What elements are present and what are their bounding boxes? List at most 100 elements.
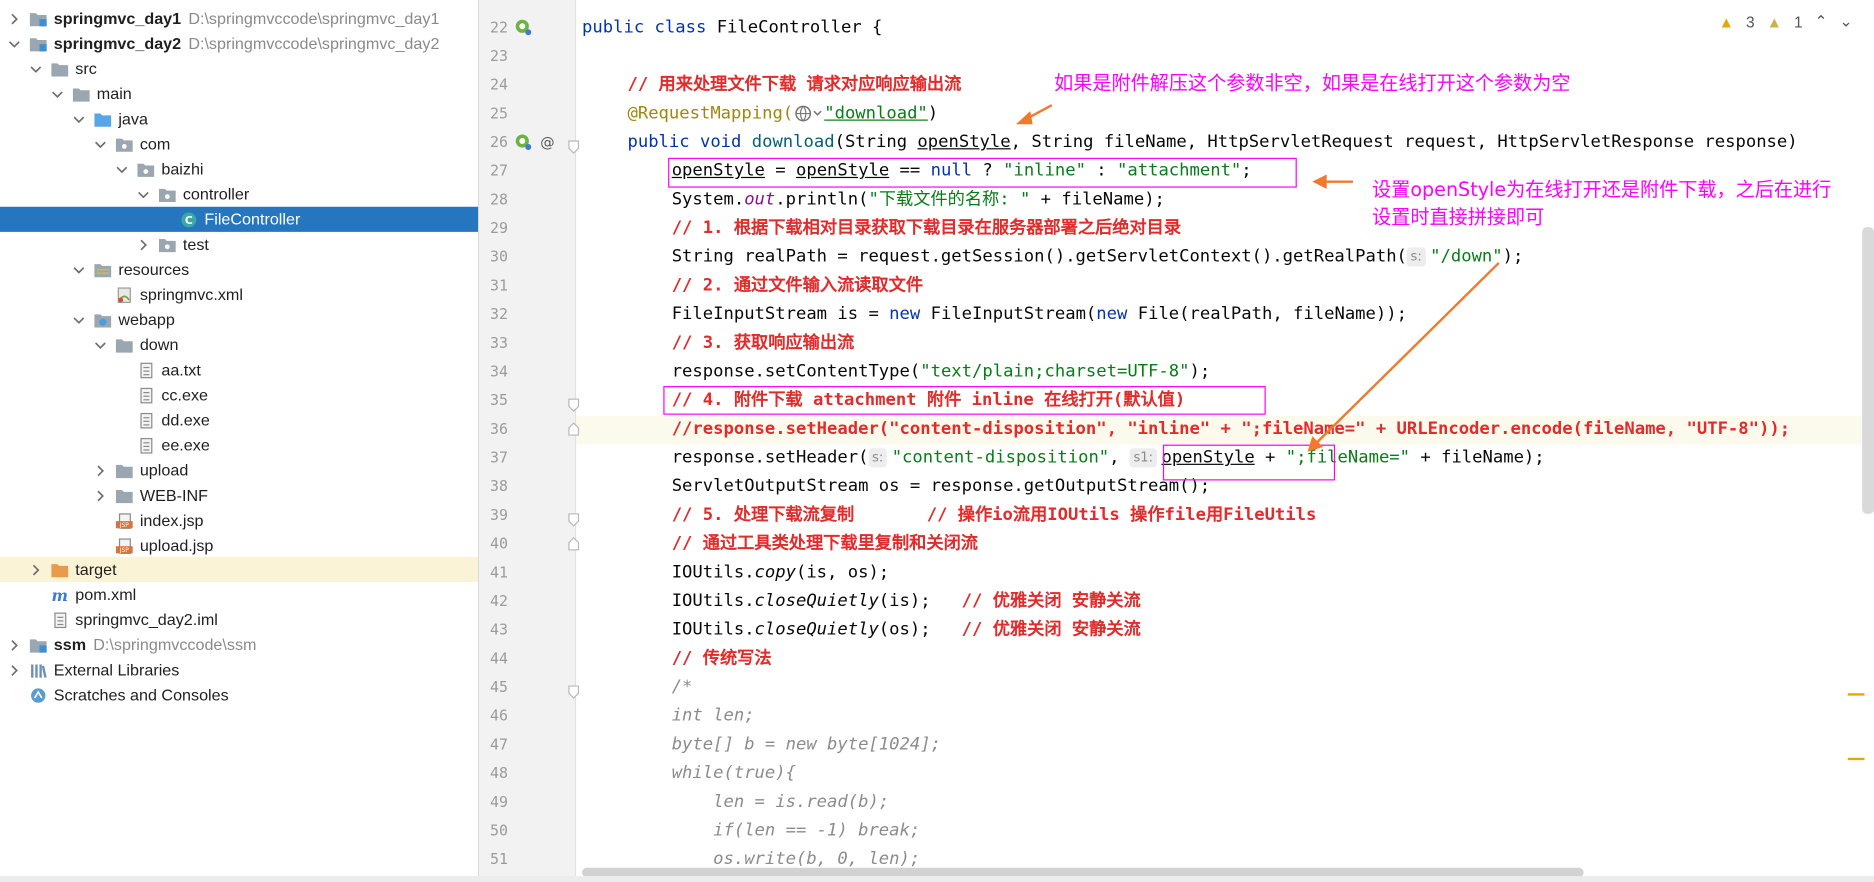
- code-line: IOUtils.copy(is, os);: [672, 558, 889, 587]
- tree-item-ee-exe[interactable]: ee.exe: [0, 433, 478, 458]
- weak-warning-icon: ▲: [1766, 12, 1782, 31]
- chevron-right-icon[interactable]: [136, 237, 150, 251]
- fold-marker-icon[interactable]: [568, 685, 580, 699]
- chevron-down-icon[interactable]: ⌄: [1840, 12, 1853, 31]
- project-tree[interactable]: springmvc_day1 D:\springmvccode\springmv…: [0, 0, 480, 882]
- chevron-down-icon[interactable]: [136, 187, 150, 201]
- tree-item-label: upload.jsp: [139, 536, 214, 555]
- globe-icon[interactable]: [793, 104, 824, 123]
- chevron-right-icon[interactable]: [7, 11, 21, 25]
- fold-marker-icon[interactable]: [568, 536, 580, 551]
- code-line: System.out.println("下载文件的名称: " + fileNam…: [672, 185, 1165, 214]
- chevron-up-icon[interactable]: ⌃: [1815, 12, 1828, 31]
- chevron-down-icon[interactable]: [72, 112, 86, 126]
- code-text: IOUtils.: [671, 562, 755, 583]
- tree-item-target[interactable]: target: [0, 556, 479, 583]
- tree-item-label: src: [75, 59, 97, 78]
- code-line: // 传统写法: [672, 644, 772, 673]
- comment: // 3. 获取响应输出流: [671, 333, 855, 353]
- code-text: ): [927, 103, 939, 124]
- tree-item-label: webapp: [118, 310, 175, 329]
- tree-item-label: springmvc_day1: [53, 9, 182, 28]
- tree-item-resources[interactable]: resources: [0, 257, 478, 282]
- chevron-down-icon[interactable]: [50, 87, 64, 101]
- tree-item-iml[interactable]: springmvc_day2.iml: [0, 607, 478, 632]
- fold-marker-icon[interactable]: [568, 140, 580, 154]
- highlight-box: [1162, 444, 1336, 481]
- tree-item-src[interactable]: src: [0, 56, 478, 81]
- tree-item-main[interactable]: main: [0, 81, 478, 106]
- error-stripe-marker[interactable]: [1847, 757, 1865, 761]
- tree-item-springmvc-day2[interactable]: springmvc_day2 D:\springmvccode\springmv…: [0, 31, 478, 56]
- tree-item-external-libraries[interactable]: External Libraries: [0, 657, 478, 682]
- code-line: public void download(String openStyle, S…: [627, 128, 1797, 157]
- chevron-down-icon[interactable]: [93, 338, 107, 352]
- tree-item-scratches[interactable]: Scratches and Consoles: [0, 682, 478, 707]
- line-number: 29: [489, 218, 508, 237]
- svg-text:JSP: JSP: [119, 547, 130, 554]
- comment: // 5. 处理下载流复制 // 操作io流用IOUtils 操作file用Fi…: [671, 505, 1317, 525]
- comment: len = is.read(b);: [671, 792, 890, 812]
- chevron-down-icon[interactable]: [7, 36, 21, 50]
- chevron-right-icon[interactable]: [7, 663, 21, 677]
- code-line: ServletOutputStream os = response.getOut…: [672, 472, 1210, 501]
- tree-item-index-jsp[interactable]: JSP index.jsp: [0, 508, 478, 533]
- tree-item-com[interactable]: com: [0, 131, 478, 156]
- tree-item-filecontroller[interactable]: C FileController: [0, 206, 479, 232]
- fold-marker-icon[interactable]: [568, 513, 580, 527]
- fold-marker-icon[interactable]: [568, 422, 580, 436]
- tree-item-springmvc-xml[interactable]: springmvc.xml: [0, 282, 478, 307]
- xml-file-icon: [115, 286, 134, 303]
- editor-gutter[interactable]: 22 23 24 25 26 27 28 29 30 31 32 33 34 3…: [479, 0, 580, 882]
- ide-window: springmvc_day1 D:\springmvccode\springmv…: [0, 0, 1874, 882]
- tree-item-upload-jsp[interactable]: JSP upload.jsp: [0, 533, 478, 558]
- tree-item-baizhi[interactable]: baizhi: [0, 157, 478, 182]
- chevron-right-icon[interactable]: [7, 638, 21, 652]
- tree-item-upload[interactable]: upload: [0, 458, 478, 483]
- annotation: @RequestMapping(: [627, 103, 794, 124]
- tree-item-label: controller: [182, 185, 250, 204]
- tree-item-test[interactable]: test: [0, 232, 478, 257]
- tree-item-java[interactable]: java: [0, 106, 478, 131]
- tree-item-label: FileController: [204, 210, 301, 229]
- chevron-right-icon[interactable]: [93, 463, 107, 477]
- tree-item-down[interactable]: down: [0, 332, 478, 357]
- bottom-toolbar: [0, 876, 1874, 882]
- comment: int len;: [671, 706, 755, 726]
- chevron-right-icon[interactable]: [29, 562, 43, 576]
- chevron-down-icon[interactable]: [93, 137, 107, 151]
- spring-bean-icon[interactable]: [515, 19, 532, 36]
- spring-mapping-icon[interactable]: [515, 134, 532, 151]
- chevron-down-icon[interactable]: [29, 62, 43, 76]
- tree-item-dd-exe[interactable]: dd.exe: [0, 408, 478, 433]
- tree-item-ssm[interactable]: ssm D:\springmvccode\ssm: [0, 632, 478, 657]
- warning-count: 3: [1746, 12, 1755, 31]
- warning-icon: ▲: [1718, 12, 1735, 31]
- tree-item-aa-txt[interactable]: aa.txt: [0, 357, 478, 382]
- inspection-status[interactable]: ▲ 3 ▲ 1 ⌃ ⌄: [1719, 12, 1853, 31]
- line-number: 25: [489, 103, 508, 122]
- error-stripe-marker[interactable]: [1847, 693, 1865, 696]
- code-area[interactable]: public class FileController { // 用来处理文件下…: [582, 0, 1874, 882]
- tree-item-label: cc.exe: [161, 386, 209, 404]
- chevron-down-icon[interactable]: [72, 262, 86, 276]
- line-number: 51: [489, 849, 508, 868]
- tree-item-label: dd.exe: [161, 411, 210, 430]
- tree-item-webapp[interactable]: webapp: [0, 307, 478, 332]
- chevron-down-icon[interactable]: [72, 313, 86, 327]
- tree-item-pom-xml[interactable]: m pom.xml: [0, 582, 478, 607]
- comment: /*: [671, 677, 693, 697]
- fold-marker-icon[interactable]: [568, 398, 580, 412]
- code-editor[interactable]: 22 23 24 25 26 27 28 29 30 31 32 33 34 3…: [479, 0, 1874, 882]
- code-line: //response.setHeader("content-dispositio…: [672, 415, 1790, 444]
- package-icon: [158, 186, 177, 203]
- tree-item-controller[interactable]: controller: [0, 182, 478, 207]
- tree-item-web-inf[interactable]: WEB-INF: [0, 483, 478, 508]
- chevron-right-icon[interactable]: [93, 488, 107, 502]
- vertical-scrollbar[interactable]: [1862, 227, 1874, 514]
- tree-item-cc-exe[interactable]: cc.exe: [0, 382, 478, 407]
- at-sign-icon[interactable]: @: [539, 134, 556, 151]
- string: "/down": [1430, 247, 1503, 267]
- tree-item-springmvc-day1[interactable]: springmvc_day1 D:\springmvccode\springmv…: [0, 6, 478, 31]
- chevron-down-icon[interactable]: [115, 162, 129, 176]
